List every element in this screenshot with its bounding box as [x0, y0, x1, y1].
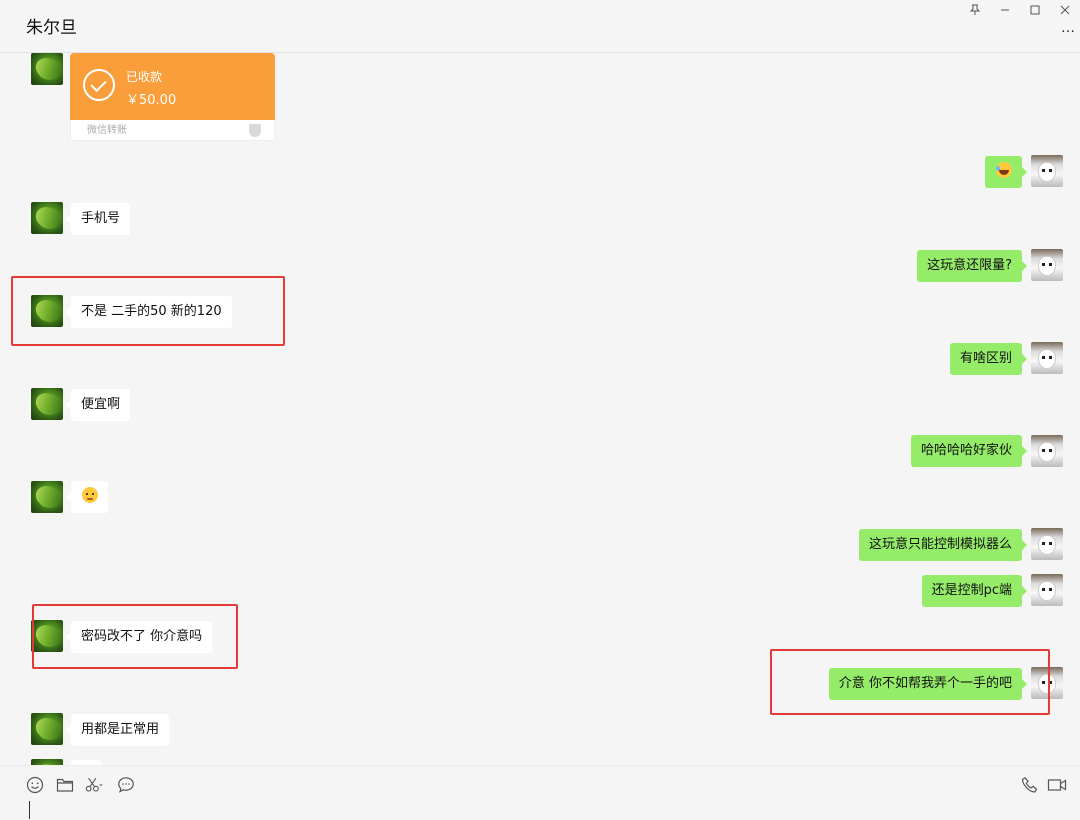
pin-icon[interactable] — [960, 1, 990, 19]
emoji-icon[interactable] — [25, 775, 45, 795]
message-bubble-sent[interactable]: 这玩意还限量? — [917, 250, 1027, 282]
my-avatar[interactable] — [1031, 528, 1063, 560]
chat-bubble-icon[interactable] — [116, 775, 136, 795]
message-bubble-sent[interactable]: 有啥区别 — [949, 343, 1028, 375]
check-circle-icon — [83, 69, 115, 101]
my-avatar[interactable] — [1031, 155, 1063, 187]
message-bubble-received[interactable] — [66, 481, 108, 513]
laughing-tears-emoji-icon — [995, 162, 1012, 178]
video-camera-icon[interactable] — [1047, 775, 1067, 795]
contact-avatar[interactable] — [31, 481, 63, 513]
message-bubble-received[interactable]: 密码改不了 你介意吗 — [65, 621, 213, 653]
transfer-footer: 微信转账 — [70, 120, 275, 141]
message-bubble-received[interactable]: 不是 二手的50 新的120 — [66, 296, 232, 328]
message-bubble-sent[interactable]: 这玩意只能控制模拟器么 — [858, 529, 1028, 561]
folder-icon[interactable] — [55, 775, 75, 795]
my-avatar[interactable] — [1031, 342, 1063, 374]
contact-avatar[interactable] — [31, 388, 63, 420]
my-avatar[interactable] — [1031, 667, 1063, 699]
message-list[interactable]: 已收款 ￥50.00 微信转账 手机号 这玩意还限量? 不是 二手的50 新的1… — [0, 53, 1080, 765]
scissors-icon[interactable] — [85, 775, 105, 795]
message-bubble-sent[interactable]: 还是控制pc端 — [921, 575, 1028, 607]
message-bubble-sent[interactable]: 介意 你不如帮我弄个一手的吧 — [828, 668, 1028, 700]
my-avatar[interactable] — [1031, 249, 1063, 281]
contact-avatar[interactable] — [31, 202, 63, 234]
chat-header: 朱尔旦 … — [0, 0, 1080, 53]
contact-avatar[interactable] — [31, 620, 63, 652]
transfer-card[interactable]: 已收款 ￥50.00 微信转账 — [70, 53, 275, 141]
transfer-status: 已收款 — [126, 70, 163, 84]
minimize-icon[interactable] — [990, 1, 1020, 19]
message-bubble-received[interactable]: 用都是正常用 — [65, 714, 170, 746]
my-avatar[interactable] — [1031, 574, 1063, 606]
message-bubble-sent[interactable] — [985, 156, 1027, 188]
contact-avatar[interactable] — [31, 713, 63, 745]
message-bubble-sent[interactable]: 哈哈哈哈好家伙 — [910, 435, 1028, 467]
phone-icon[interactable] — [1020, 775, 1040, 795]
more-options-button[interactable]: … — [1061, 20, 1076, 36]
contact-avatar[interactable] — [31, 53, 63, 85]
shy-face-emoji-icon — [81, 487, 98, 503]
my-avatar[interactable] — [1031, 435, 1063, 467]
transfer-card-body: 已收款 ￥50.00 — [70, 53, 275, 120]
text-caret — [29, 801, 30, 819]
window-controls — [960, 0, 1080, 20]
contact-avatar[interactable] — [31, 295, 63, 327]
chat-title: 朱尔旦 — [26, 18, 77, 38]
transfer-amount: ￥50.00 — [126, 93, 177, 108]
transfer-source: 微信转账 — [87, 125, 127, 136]
message-bubble-received[interactable]: 便宜啊 — [65, 389, 131, 421]
message-bubble-received[interactable]: 手机号 — [65, 203, 131, 235]
close-icon[interactable] — [1050, 1, 1080, 19]
shield-icon — [249, 124, 261, 137]
message-input[interactable] — [0, 795, 1080, 820]
maximize-icon[interactable] — [1020, 1, 1050, 19]
